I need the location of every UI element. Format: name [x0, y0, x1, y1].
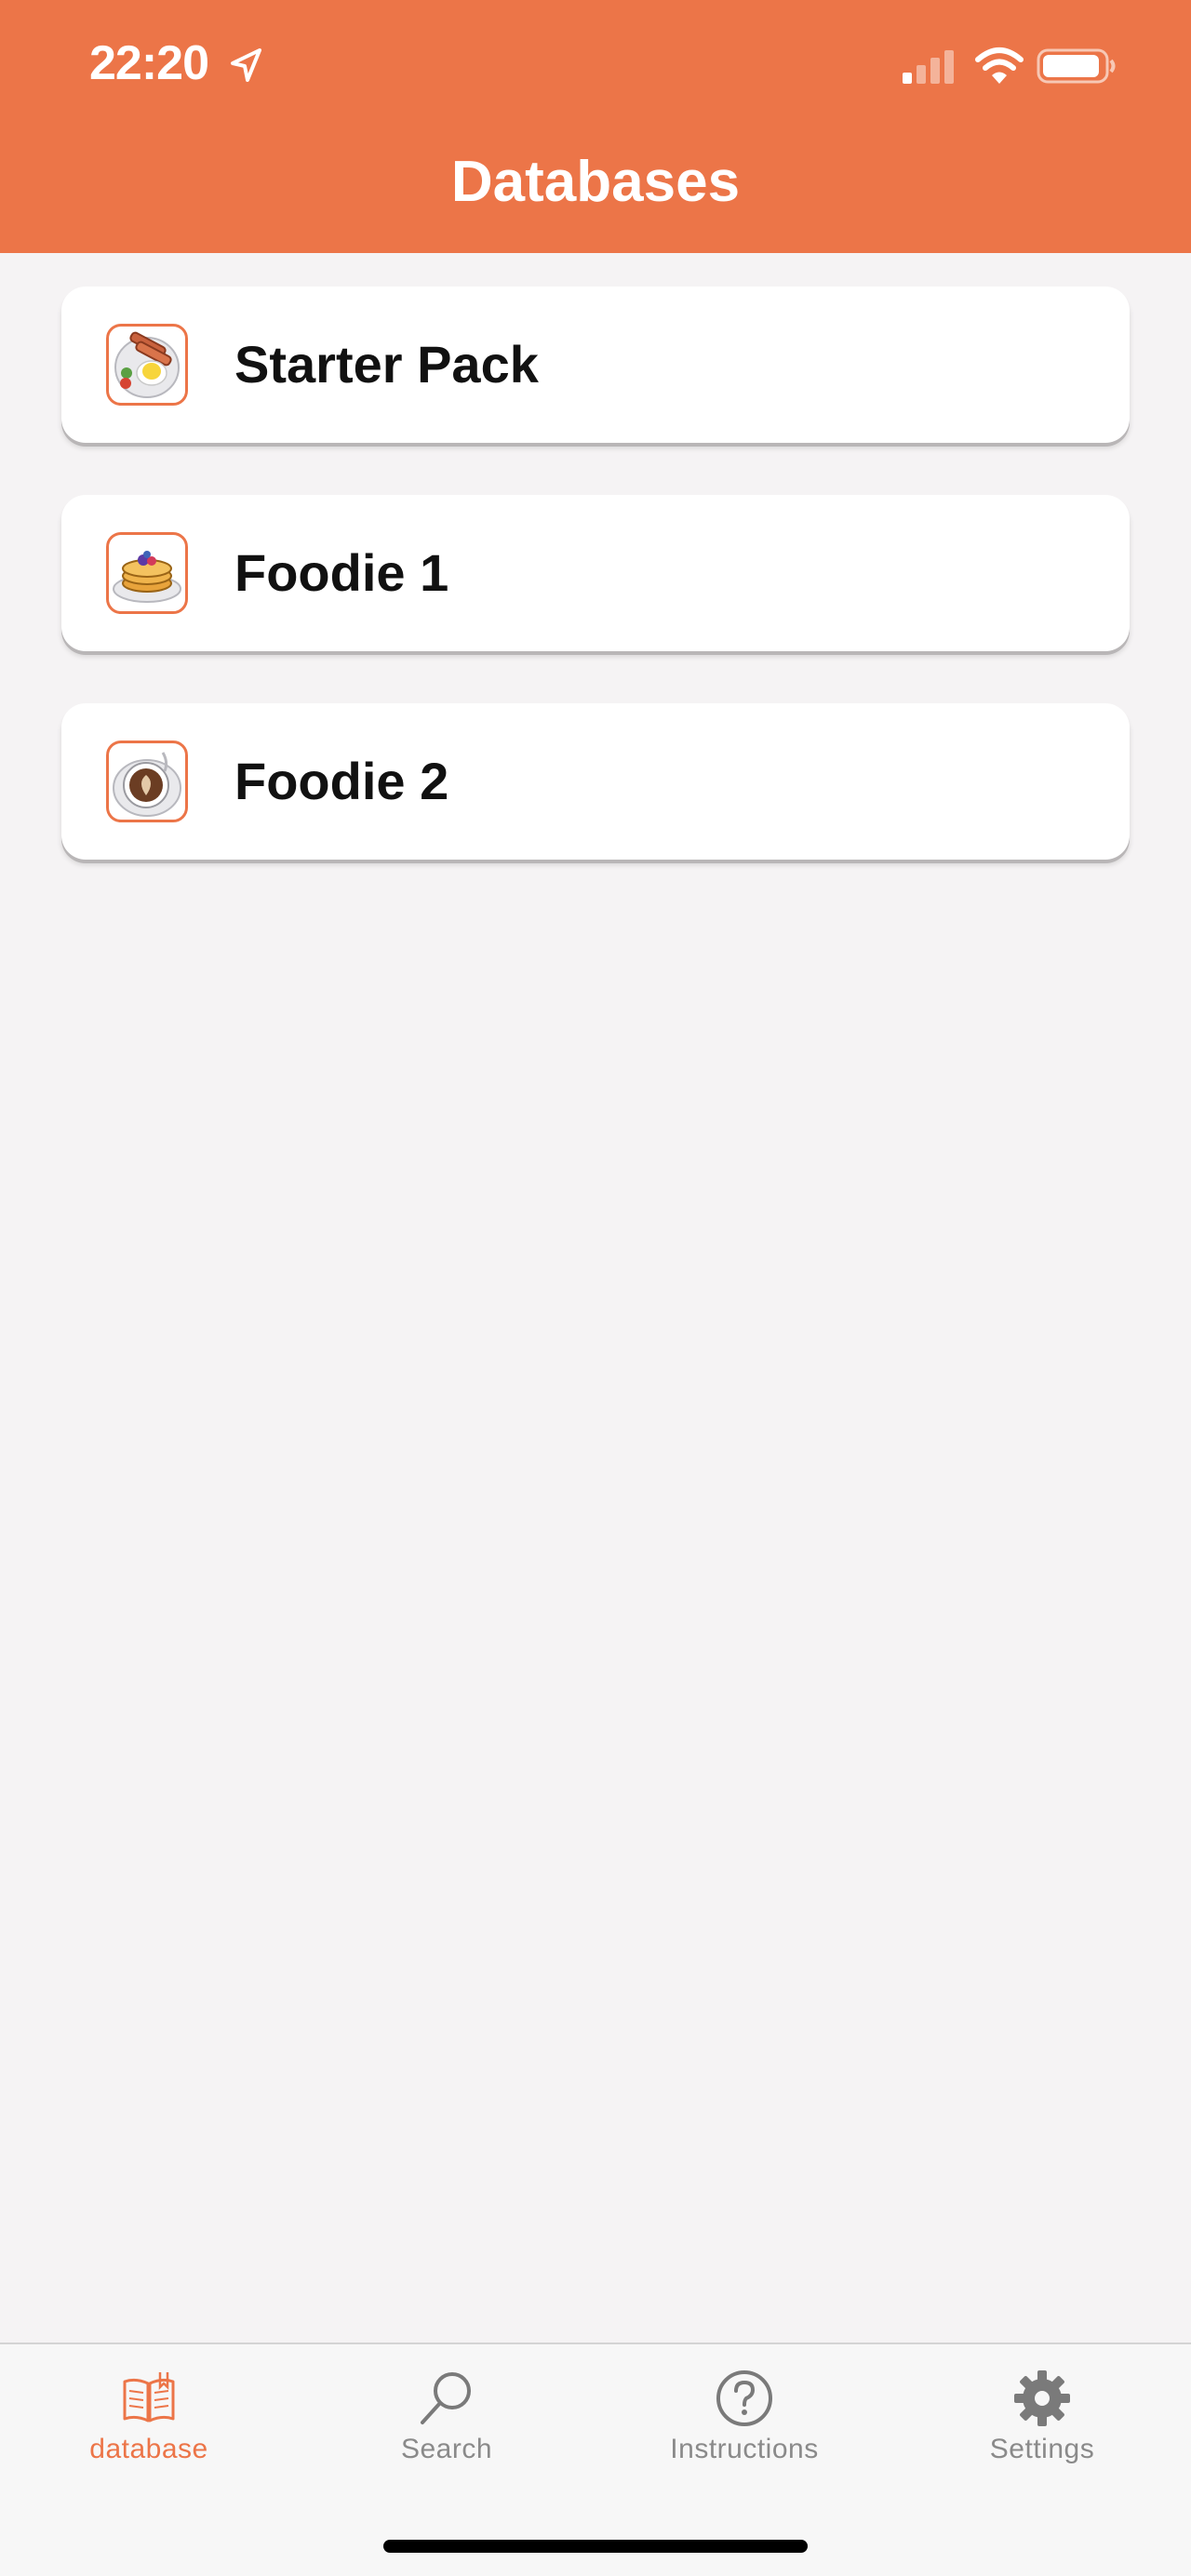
book-icon [123, 2372, 175, 2423]
cellular-signal-icon [903, 50, 954, 84]
tab-label: Search [400, 2434, 493, 2464]
location-arrow-icon [231, 48, 261, 82]
header: 22:20 Databases [0, 0, 1191, 253]
breakfast-plate-icon [106, 324, 188, 406]
page-title: Databases [450, 150, 741, 214]
database-item-foodie-1[interactable]: Foodie 1 [61, 495, 1130, 651]
battery-icon [1037, 48, 1116, 84]
database-item-label: Foodie 2 [234, 752, 449, 810]
database-item-foodie-2[interactable]: Foodie 2 [61, 703, 1130, 860]
tab-instructions[interactable]: Instructions [596, 2344, 893, 2484]
tab-search[interactable]: Search [298, 2344, 596, 2484]
search-icon [421, 2372, 471, 2424]
wifi-icon [975, 47, 1024, 84]
database-item-starter-pack[interactable]: Starter Pack [61, 287, 1130, 443]
tab-bar: database Search Instructions Settings [0, 2342, 1191, 2576]
tab-label: Settings [989, 2434, 1095, 2464]
tab-database[interactable]: database [0, 2344, 298, 2484]
tab-settings[interactable]: Settings [893, 2344, 1191, 2484]
tab-label: Instructions [670, 2434, 819, 2464]
coffee-cup-icon [106, 741, 188, 822]
question-circle-icon [716, 2370, 772, 2426]
pancakes-icon [106, 532, 188, 614]
status-bar: 22:20 [0, 0, 1191, 134]
tab-label: database [89, 2434, 208, 2464]
home-indicator [383, 2540, 808, 2553]
status-time: 22:20 [89, 36, 209, 90]
database-list: Starter Pack Foodie 1 Foodie 2 [61, 287, 1130, 912]
database-item-label: Foodie 1 [234, 543, 449, 602]
gear-icon [1014, 2370, 1070, 2426]
database-item-label: Starter Pack [234, 335, 539, 394]
